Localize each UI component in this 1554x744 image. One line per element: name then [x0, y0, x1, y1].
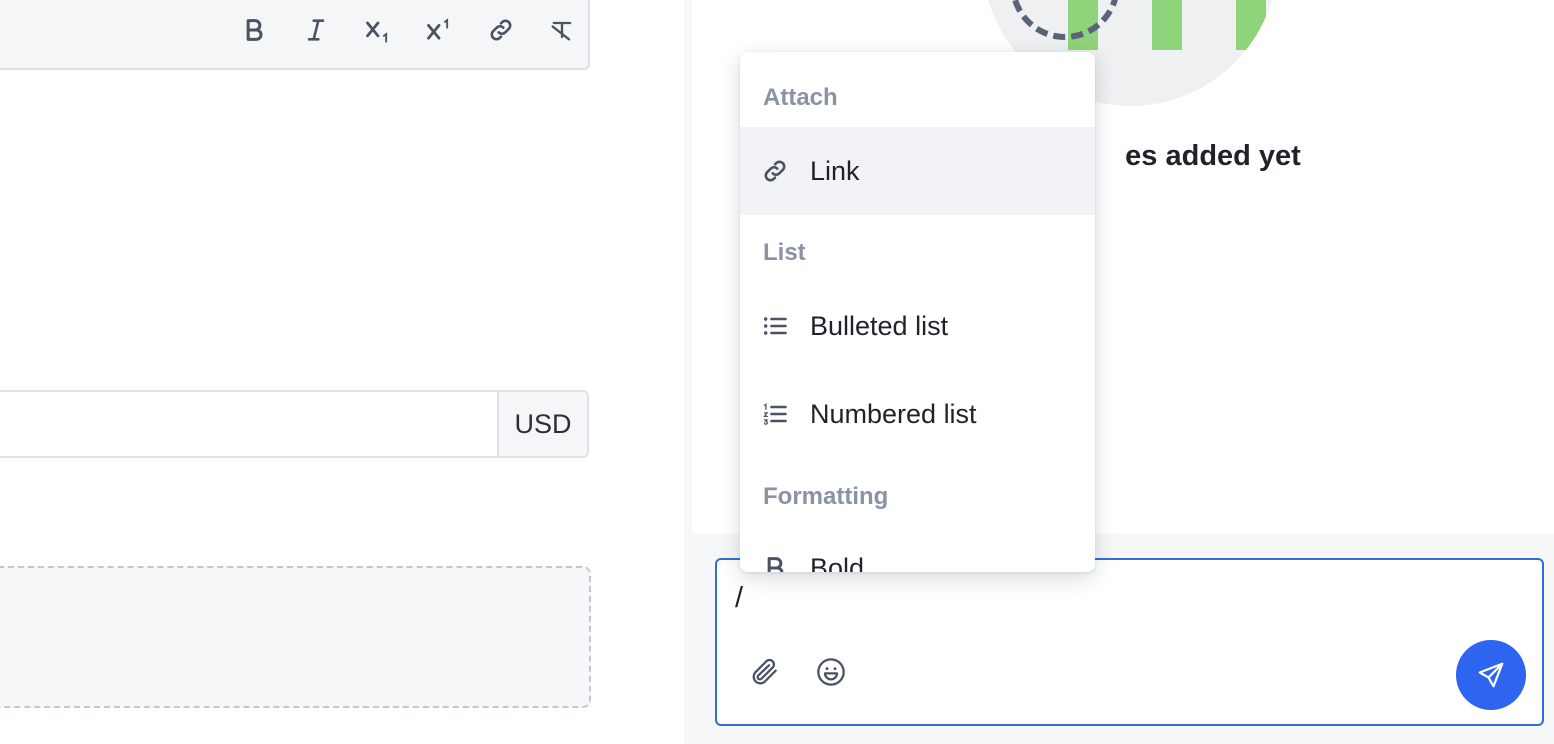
- menu-item-bulleted-list[interactable]: Bulleted list: [740, 282, 1095, 370]
- subscript-button[interactable]: [356, 10, 400, 50]
- bold-icon: [246, 19, 263, 41]
- menu-item-label: Bulleted list: [810, 310, 949, 341]
- italic-button[interactable]: [294, 10, 338, 50]
- price-input[interactable]: USD: [0, 390, 589, 458]
- link-icon: [760, 156, 790, 186]
- slash-command-menu: Attach Link List Bulleted list Numbered …: [740, 52, 1095, 572]
- bulleted-list-icon: [760, 311, 790, 341]
- paperclip-icon: [752, 658, 777, 685]
- emoji-button[interactable]: [811, 652, 851, 692]
- menu-item-label: Numbered list: [810, 398, 977, 429]
- illustration-bar: [1152, 0, 1182, 50]
- pane-divider: [684, 0, 692, 744]
- menu-item-link[interactable]: Link: [740, 127, 1095, 215]
- rich-text-toolbar: [0, 0, 590, 70]
- menu-item-label: Bold: [810, 552, 865, 573]
- italic-icon: [307, 19, 325, 41]
- attach-button[interactable]: [745, 652, 785, 692]
- clear-format-icon: [551, 21, 572, 41]
- link-icon: [490, 19, 512, 41]
- currency-addon: USD: [497, 392, 587, 456]
- menu-group-list: List: [763, 239, 806, 266]
- message-composer[interactable]: /: [715, 558, 1544, 726]
- illustration-dashed-circle: [1010, 0, 1120, 40]
- superscript-button[interactable]: [417, 10, 461, 50]
- subscript-icon: [366, 21, 388, 43]
- bold-button[interactable]: [232, 10, 276, 50]
- menu-item-label: Link: [810, 155, 860, 186]
- file-dropzone[interactable]: [0, 566, 591, 708]
- bold-icon: [760, 553, 790, 572]
- superscript-icon: [427, 18, 449, 40]
- link-button[interactable]: [479, 10, 523, 50]
- illustration-bar: [1236, 0, 1266, 50]
- clear-formatting-button[interactable]: [540, 10, 584, 50]
- menu-group-formatting: Formatting: [763, 483, 889, 510]
- menu-item-numbered-list[interactable]: Numbered list: [740, 370, 1095, 458]
- send-button[interactable]: [1456, 640, 1526, 710]
- editor-pane: USD: [0, 0, 684, 744]
- composer-input-text[interactable]: /: [735, 582, 743, 615]
- menu-item-bold[interactable]: Bold: [740, 524, 1095, 572]
- menu-group-attach: Attach: [763, 84, 838, 111]
- send-icon: [1478, 662, 1504, 688]
- numbered-list-icon: [760, 399, 790, 429]
- smiley-icon: [817, 658, 845, 686]
